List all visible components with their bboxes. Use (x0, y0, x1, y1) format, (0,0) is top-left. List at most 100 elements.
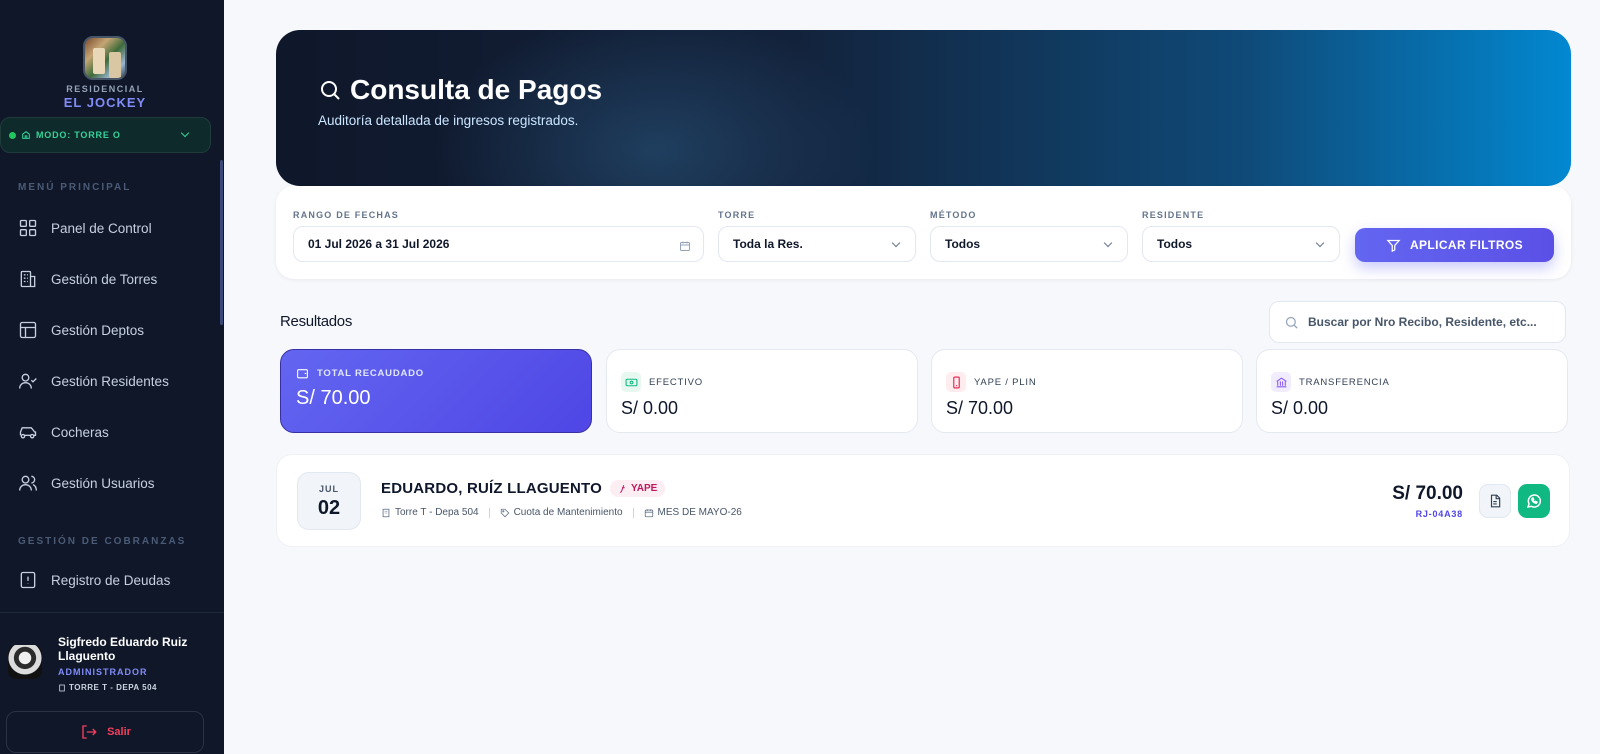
building-icon (20, 270, 36, 288)
wallet-icon (297, 369, 308, 379)
date-month: JUL (318, 484, 339, 494)
sidebar-item-panel-de-control[interactable]: Panel de Control (0, 206, 220, 250)
yape-icon (620, 484, 625, 493)
user-check-icon (19, 373, 37, 389)
tag-icon (500, 508, 509, 517)
building-icon (59, 684, 65, 691)
building-icon (22, 131, 30, 139)
building-icon (382, 508, 390, 517)
calendar-icon (680, 241, 690, 251)
logout-label: Salir (107, 726, 131, 738)
stat-label-text: TOTAL RECAUDADO (317, 368, 424, 379)
stat-label-text: TRANSFERENCIA (1299, 376, 1390, 388)
users-icon (19, 475, 37, 491)
divider (632, 507, 634, 518)
sidebar-item-label: Gestión Usuarios (51, 475, 155, 491)
stat-label: TRANSFERENCIA (1271, 372, 1390, 392)
payment-row[interactable]: JUL 02 EDUARDO, RUÍZ LLAGUENTO YAPE Torr… (276, 454, 1570, 547)
payer-name: EDUARDO, RUÍZ LLAGUENTO (381, 480, 602, 497)
mode-label: MODO: TORRE O (36, 130, 121, 140)
logout-icon (82, 725, 97, 739)
apply-filters-button[interactable]: APLICAR FILTROS (1355, 228, 1554, 262)
sidebar-item-gestion-usuarios[interactable]: Gestión Usuarios (0, 461, 220, 505)
tower-value: Toda la Res. (733, 237, 803, 251)
calendar-icon (644, 508, 653, 517)
search-icon (321, 81, 340, 100)
search-icon (1285, 316, 1298, 329)
sidebar-item-label: Gestión Deptos (51, 322, 145, 338)
stat-label-text: YAPE / PLIN (974, 376, 1037, 388)
sidebar-item-cocheras[interactable]: Cocheras (0, 410, 220, 454)
tower-label: TORRE (718, 210, 756, 220)
receipt-number[interactable]: RJ-04A38 (1416, 509, 1463, 519)
resident-select[interactable]: Todos (1142, 226, 1340, 262)
stat-value: S/ 70.00 (296, 387, 371, 409)
search-input[interactable] (1308, 315, 1558, 329)
meta-period-label: MES DE MAYO-26 (657, 507, 742, 518)
method-label: MÉTODO (930, 210, 977, 220)
page-title-text: Consulta de Pagos (350, 74, 603, 105)
sidebar-item-label: Gestión de Torres (51, 271, 158, 287)
phone-icon (946, 372, 966, 392)
sidebar-item-label: Registro de Deudas (51, 572, 171, 588)
chevron-down-icon (180, 128, 190, 138)
document-icon (1490, 494, 1501, 508)
brand[interactable]: RESIDENCIAL EL JOCKEY (0, 36, 210, 110)
method-badge: YAPE (610, 480, 666, 497)
filter-icon (1386, 239, 1401, 252)
page-header: Consulta de Pagos Auditoría detallada de… (276, 30, 1571, 186)
meta-period: MES DE MAYO-26 (644, 507, 742, 518)
tower-select[interactable]: Toda la Res. (718, 226, 916, 262)
stat-card-yape-plin: YAPE / PLIN S/ 70.00 (931, 349, 1243, 433)
stat-card-transferencia: TRANSFERENCIA S/ 0.00 (1256, 349, 1568, 433)
user-role: ADMINISTRADOR (58, 667, 148, 677)
sidebar-item-gestion-deptos[interactable]: Gestión Deptos (0, 308, 220, 352)
payment-meta: Torre T - Depa 504 Cuota de Mantenimient… (381, 507, 742, 518)
sidebar-item-gestion-torres[interactable]: Gestión de Torres (0, 257, 220, 301)
payment-amount: S/ 70.00 (1392, 483, 1463, 504)
method-badge-label: YAPE (631, 483, 658, 494)
brand-subtitle: RESIDENCIAL (66, 84, 144, 94)
sidebar-item-registro-deudas[interactable]: Registro de Deudas (0, 558, 220, 602)
page-subtitle: Auditoría detallada de ingresos registra… (318, 113, 579, 128)
user-location-label: TORRE T - DEPA 504 (69, 683, 157, 692)
meta-unit-label: Torre T - Depa 504 (395, 507, 479, 518)
chevron-down-icon (891, 238, 901, 248)
whatsapp-button[interactable] (1518, 484, 1550, 518)
section-label-main: MENÚ PRINCIPAL (18, 182, 132, 193)
date-range-value: 01 Jul 2026 a 31 Jul 2026 (308, 237, 450, 251)
results-title: Resultados (280, 313, 353, 330)
payer: EDUARDO, RUÍZ LLAGUENTO YAPE (381, 480, 666, 497)
divider (488, 507, 490, 518)
grid-icon (19, 219, 37, 237)
alert-file-icon (20, 571, 36, 589)
stat-label: EFECTIVO (621, 372, 703, 392)
date-day: 02 (317, 497, 341, 519)
mode-selector[interactable]: MODO: TORRE O (0, 117, 211, 153)
date-range-label: RANGO DE FECHAS (293, 210, 400, 220)
stat-card-total: TOTAL RECAUDADO S/ 70.00 (280, 349, 592, 433)
meta-concept-label: Cuota de Mantenimiento (513, 507, 623, 518)
user-name: Sigfredo Eduardo Ruiz Llaguento (58, 635, 188, 663)
chevron-down-icon (1103, 238, 1113, 248)
page-title: Consulta de Pagos (318, 74, 602, 106)
stat-label: YAPE / PLIN (946, 372, 1036, 392)
results-search[interactable] (1269, 301, 1566, 343)
avatar[interactable] (8, 645, 42, 679)
stat-value: S/ 70.00 (946, 398, 1014, 418)
user-location: TORRE T - DEPA 504 (58, 683, 157, 692)
view-receipt-button[interactable] (1479, 484, 1511, 518)
cash-icon (621, 372, 641, 392)
apply-filters-label: APLICAR FILTROS (1409, 238, 1524, 252)
layout-icon (19, 321, 37, 339)
sidebar-item-gestion-residentes[interactable]: Gestión Residentes (0, 359, 220, 403)
logout-button[interactable]: Salir (6, 711, 204, 753)
app-root: RESIDENCIAL EL JOCKEY MODO: TORRE O MENÚ… (0, 0, 1600, 754)
sidebar-item-label: Panel de Control (51, 220, 152, 236)
date-range-input[interactable]: 01 Jul 2026 a 31 Jul 2026 (293, 226, 704, 262)
method-select[interactable]: Todos (930, 226, 1128, 262)
sidebar-scrollbar[interactable] (220, 160, 223, 325)
meta-unit: Torre T - Depa 504 (381, 507, 479, 518)
status-dot (9, 131, 16, 139)
user-panel: Sigfredo Eduardo Ruiz Llaguento ADMINIST… (0, 612, 224, 754)
